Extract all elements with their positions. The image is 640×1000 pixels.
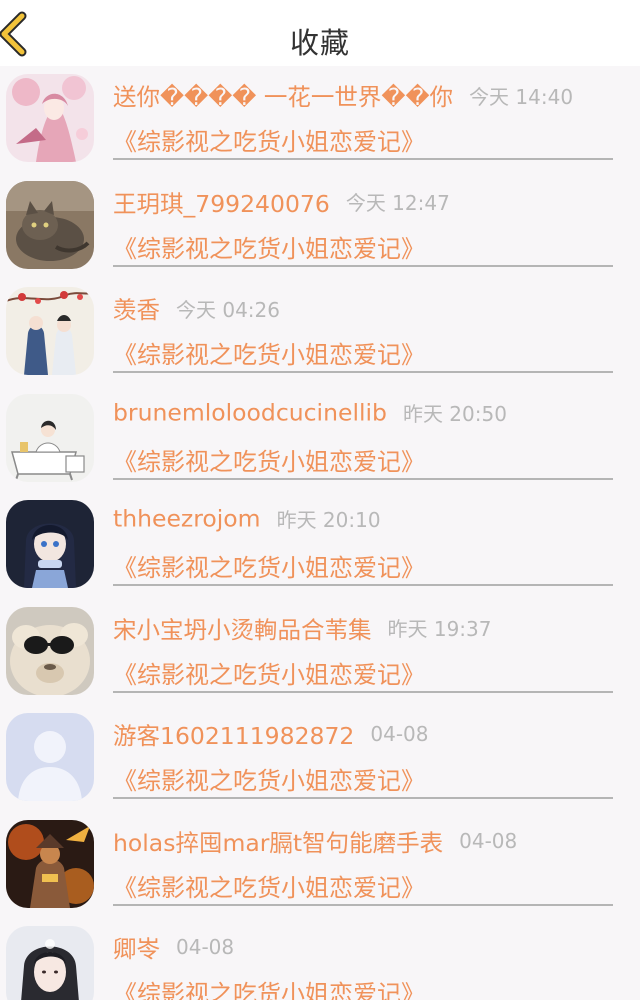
timestamp: 昨天 19:37 xyxy=(387,617,492,641)
divider xyxy=(113,584,613,586)
avatar-alpaca-sunglasses-icon xyxy=(6,606,94,695)
book-title[interactable]: 《综影视之吃货小姐恋爱记》 xyxy=(113,335,425,370)
user-name[interactable]: thheezrojom xyxy=(113,505,261,533)
book-title[interactable]: 《综影视之吃货小姐恋爱记》 xyxy=(113,548,425,583)
divider xyxy=(113,477,613,480)
list-item[interactable]: 游客1602111982872 04-08 《综影视之吃货小姐恋爱记》 xyxy=(0,705,640,812)
item-header: 羡香 今天 04:26 xyxy=(113,291,620,325)
timestamp: 昨天 20:10 xyxy=(276,508,381,532)
divider xyxy=(113,264,613,267)
divider xyxy=(113,797,613,799)
book-title[interactable]: 《综影视之吃货小姐恋爱记》 xyxy=(113,868,425,903)
divider xyxy=(113,158,613,160)
timestamp: 今天 04:26 xyxy=(176,297,280,322)
timestamp: 04-08 xyxy=(176,935,235,959)
book-title[interactable]: 《综影视之吃货小姐恋爱记》 xyxy=(113,761,425,796)
avatar[interactable] xyxy=(6,606,94,695)
item-header: 王玥琪_799240076 今天 12:47 xyxy=(113,185,620,219)
user-name[interactable]: brunemloloodcucinellib xyxy=(113,398,387,426)
avatar[interactable] xyxy=(6,926,94,1000)
user-name[interactable]: 游客1602111982872 xyxy=(113,722,354,750)
user-name[interactable]: holas捽囤mar膈t智句能磨手表 xyxy=(113,829,443,857)
list-item[interactable]: 羡香 今天 04:26 《综影视之吃货小姐恋爱记》 xyxy=(0,279,640,386)
list-item[interactable]: 送你���� 一花一世界��你 今天 14:40 《综影视之吃货小姐恋爱记》 xyxy=(0,66,640,173)
favorites-list: 送你���� 一花一世界��你 今天 14:40 《综影视之吃货小姐恋爱记》 王… xyxy=(0,66,640,1000)
avatar-girl-portrait-icon xyxy=(6,926,94,1000)
list-item[interactable]: 卿岺 04-08 《综影视之吃货小姐恋爱记》 xyxy=(0,918,640,1000)
timestamp: 今天 14:40 xyxy=(469,84,574,109)
timestamp: 04-08 xyxy=(370,722,429,746)
list-item[interactable]: thheezrojom 昨天 20:10 《综影视之吃货小姐恋爱记》 xyxy=(0,492,640,599)
user-name[interactable]: 宋小宝坍小烫䡘品合苇集 xyxy=(113,616,372,644)
avatar[interactable] xyxy=(6,74,94,162)
item-header: brunemloloodcucinellib 昨天 20:50 xyxy=(113,398,620,432)
avatar-cat-icon xyxy=(6,180,94,269)
divider xyxy=(113,903,613,906)
list-item[interactable]: holas捽囤mar膈t智句能磨手表 04-08 《综影视之吃货小姐恋爱记》 xyxy=(0,812,640,919)
item-header: 卿岺 04-08 xyxy=(113,930,620,964)
book-title[interactable]: 《综影视之吃货小姐恋爱记》 xyxy=(113,229,425,264)
favorites-page: 收藏 送你���� 一花一世界��你 今天 14:40 《综影视之吃货小姐恋爱记… xyxy=(0,0,640,1000)
list-item[interactable]: 王玥琪_799240076 今天 12:47 《综影视之吃货小姐恋爱记》 xyxy=(0,173,640,280)
book-title[interactable]: 《综影视之吃货小姐恋爱记》 xyxy=(113,442,425,477)
avatar[interactable] xyxy=(6,287,94,375)
timestamp: 今天 12:47 xyxy=(345,191,450,215)
user-name[interactable]: 王玥琪_799240076 xyxy=(113,190,330,218)
user-name[interactable]: 羡香 xyxy=(113,296,160,324)
avatar[interactable] xyxy=(6,180,94,269)
book-title[interactable]: 《综影视之吃货小姐恋爱记》 xyxy=(113,974,425,1000)
avatar[interactable] xyxy=(6,393,94,482)
avatar-default-person-icon xyxy=(6,713,94,801)
avatar-bathtub-illustration-icon xyxy=(6,393,94,482)
avatar-anime-girl-dark-icon xyxy=(6,500,94,588)
avatar[interactable] xyxy=(6,819,94,908)
avatar-anime-pink-blossom-icon xyxy=(6,74,94,162)
avatar[interactable] xyxy=(6,713,94,801)
divider xyxy=(113,371,613,373)
item-header: 宋小宝坍小烫䡘品合苇集 昨天 19:37 xyxy=(113,611,620,645)
item-header: 游客1602111982872 04-08 xyxy=(113,717,620,751)
page-title: 收藏 xyxy=(289,26,350,60)
avatar-game-warrior-icon xyxy=(6,819,94,908)
list-item[interactable]: brunemloloodcucinellib 昨天 20:50 《综影视之吃货小姐… xyxy=(0,386,640,493)
timestamp: 昨天 20:50 xyxy=(402,401,507,426)
avatar-ancient-couple-icon xyxy=(6,287,94,375)
item-header: 送你���� 一花一世界��你 今天 14:40 xyxy=(113,78,620,112)
list-item[interactable]: 宋小宝坍小烫䡘品合苇集 昨天 19:37 《综影视之吃货小姐恋爱记》 xyxy=(0,599,640,706)
nav-header: 收藏 xyxy=(0,0,640,66)
item-header: holas捽囤mar膈t智句能磨手表 04-08 xyxy=(113,824,620,858)
avatar[interactable] xyxy=(6,500,94,588)
item-header: thheezrojom 昨天 20:10 xyxy=(113,504,620,538)
book-title[interactable]: 《综影视之吃货小姐恋爱记》 xyxy=(113,655,425,690)
user-name[interactable]: 卿岺 xyxy=(113,935,160,963)
divider xyxy=(113,690,613,693)
user-name[interactable]: 送你���� 一花一世界��你 xyxy=(113,83,453,111)
book-title[interactable]: 《综影视之吃货小姐恋爱记》 xyxy=(113,122,425,157)
timestamp: 04-08 xyxy=(459,828,518,853)
